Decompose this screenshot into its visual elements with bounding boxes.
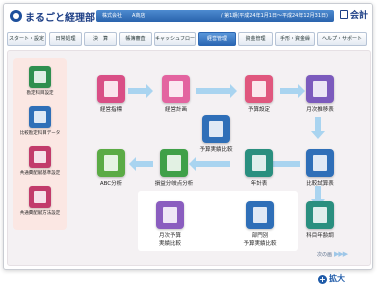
node-getsuji-suii[interactable]: 月次推移表	[298, 75, 342, 113]
shuffle-icon	[160, 149, 188, 177]
side-item[interactable]: 比較勘定科目データ	[13, 106, 67, 136]
next-page-button[interactable]: 次の画 ▶▶▶	[317, 250, 348, 258]
tab-start-settings[interactable]: スタート・設定	[7, 32, 46, 46]
allocation-method-icon	[29, 186, 51, 208]
node-label: 年計表	[250, 181, 268, 187]
next-label: 次の画	[317, 252, 333, 258]
node-label: 損益分岐点分析	[154, 181, 194, 187]
side-item-label: 共通費配賦方法設定	[19, 211, 61, 216]
tab-cashflow[interactable]: キャッシュフロー	[154, 32, 196, 46]
node-kamoku-nenkan[interactable]: 科目年齢調	[298, 201, 342, 239]
master-settings-column: 勘定科目設定 比較勘定科目データ 共通費配賦基準設定 共通費配賦方法設定	[13, 58, 67, 230]
zoom-button[interactable]: + 拡大	[318, 273, 345, 284]
node-label: 比較試算表	[306, 181, 334, 187]
node-sonneki[interactable]: 損益分岐点分析	[146, 149, 202, 187]
next-arrows-icon: ▶▶▶	[334, 250, 348, 258]
department-icon	[246, 201, 274, 229]
logo-icon	[10, 10, 22, 22]
zoom-label: 拡大	[329, 274, 345, 283]
app-name: まるごと経理部	[25, 13, 95, 24]
node-keiei-keikaku[interactable]: 経営計画	[154, 75, 198, 113]
trend-chart-icon	[245, 149, 273, 177]
compare-docs-icon	[202, 115, 230, 143]
node-hikaku-shisan[interactable]: 比較試算表	[298, 149, 342, 187]
tab-funds[interactable]: 資金管理	[238, 32, 273, 46]
node-label: ABC分析	[99, 181, 123, 187]
plus-circle-icon: +	[318, 275, 327, 284]
node-label: 月次予算 実績比較	[158, 233, 181, 247]
allocation-icon	[29, 146, 51, 168]
ledger-icon	[29, 66, 51, 88]
company-name: A商店	[132, 13, 146, 19]
node-bumon-yosan[interactable]: 部門別 予算実績比較	[230, 201, 290, 247]
chart-compare-icon	[156, 201, 184, 229]
tab-bills[interactable]: 手形・資金繰	[275, 32, 315, 46]
node-yosan-settei[interactable]: 予算設定	[237, 75, 281, 113]
tab-management[interactable]: 経営管理	[198, 32, 236, 46]
tab-help[interactable]: ヘルプ・サポート	[317, 32, 367, 46]
fiscal-period: / 第1期(平成24年1月1日～平成24年12月31日)	[220, 13, 328, 19]
table-icon	[306, 149, 334, 177]
side-item[interactable]: 勘定科目設定	[13, 66, 67, 96]
bar-chart-icon	[97, 149, 125, 177]
node-label: 経営計画	[164, 107, 187, 113]
company-label: 株式会社	[102, 13, 123, 19]
header: まるごと経理部 株式会社 A商店 / 第1期(平成24年1月1日～平成24年12…	[4, 4, 372, 28]
side-item[interactable]: 共通費配賦基準設定	[13, 146, 67, 176]
side-item-label: 勘定科目設定	[26, 91, 54, 96]
data-icon	[29, 106, 51, 128]
side-item-label: 比較勘定科目データ	[19, 131, 61, 136]
node-yosan-jisseki[interactable]: 予算実績比較	[186, 115, 246, 153]
node-label: 予算設定	[247, 107, 270, 113]
side-item[interactable]: 共通費配賦方法設定	[13, 186, 67, 216]
ledger-icon	[306, 201, 334, 229]
workflow-panel: 勘定科目設定 比較勘定科目データ 共通費配賦基準設定 共通費配賦方法設定 経営指…	[7, 50, 371, 266]
company-info-bar: 株式会社 A商店 / 第1期(平成24年1月1日～平成24年12月31日)	[96, 10, 334, 22]
side-item-label: 共通費配賦基準設定	[19, 171, 61, 176]
node-label: 科目年齢調	[306, 233, 334, 239]
node-getsuji-yosan[interactable]: 月次予算 実績比較	[143, 201, 197, 247]
app-window: まるごと経理部 株式会社 A商店 / 第1期(平成24年1月1日～平成24年12…	[3, 3, 373, 270]
node-keiei-shihyo[interactable]: 経営指標	[90, 75, 132, 113]
main-nav: スタート・設定 日常処理 決 算 帳簿審査 キャッシュフロー 経営管理 資金管理…	[7, 32, 369, 46]
document-icon	[162, 75, 190, 103]
tab-audit[interactable]: 帳簿審査	[119, 32, 152, 46]
tab-daily[interactable]: 日常処理	[49, 32, 82, 46]
line-chart-icon	[306, 75, 334, 103]
node-label: 経営指標	[99, 107, 122, 113]
radar-chart-icon	[97, 75, 125, 103]
tab-closing[interactable]: 決 算	[84, 32, 117, 46]
stack-icon	[245, 75, 273, 103]
module-title: 会計	[340, 8, 368, 21]
node-label: 月次推移表	[306, 107, 334, 113]
node-label: 部門別 予算実績比較	[243, 233, 277, 247]
node-abc[interactable]: ABC分析	[90, 149, 132, 187]
node-nenkei[interactable]: 年計表	[237, 149, 281, 187]
